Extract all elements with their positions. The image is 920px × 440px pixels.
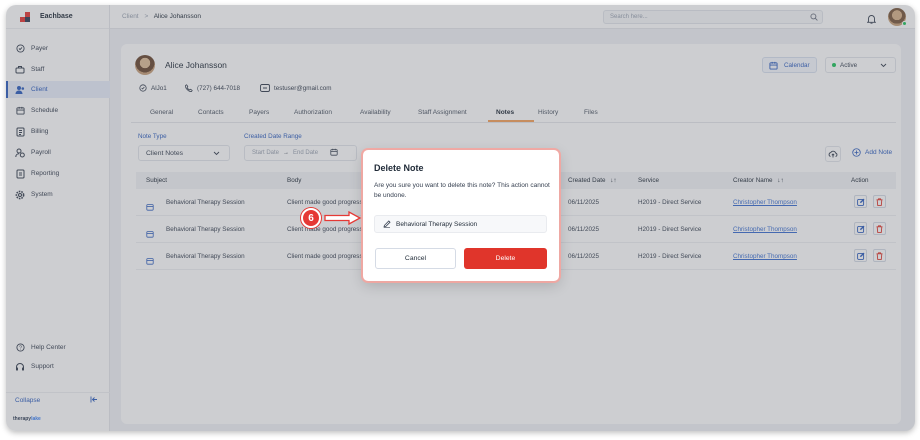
app-window: Eachbase Payer Staff Client Schedule Bil… bbox=[6, 5, 915, 431]
dialog-message: Are you sure you want to delete this not… bbox=[374, 182, 550, 199]
note-preview-title: Behavioral Therapy Session bbox=[396, 220, 478, 228]
pencil-icon bbox=[383, 220, 391, 228]
cancel-button[interactable]: Cancel bbox=[375, 248, 456, 269]
dialog-title: Delete Note bbox=[374, 163, 424, 173]
step-arrow-icon bbox=[324, 211, 362, 225]
note-preview: Behavioral Therapy Session bbox=[374, 215, 547, 233]
step-badge: 6 bbox=[301, 208, 321, 228]
delete-note-dialog: Delete Note Are you sure you want to del… bbox=[363, 150, 559, 281]
confirm-delete-button[interactable]: Delete bbox=[464, 248, 547, 269]
